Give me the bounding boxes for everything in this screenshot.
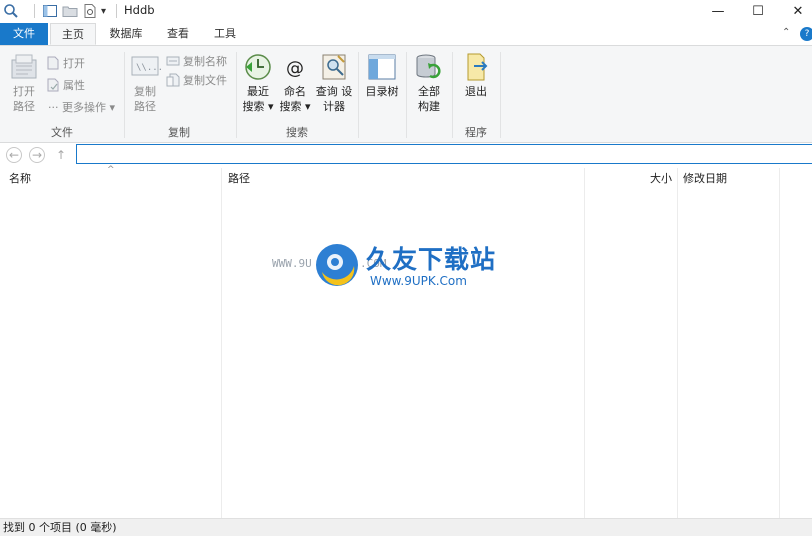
at-sign-icon: @: [279, 52, 311, 82]
query-designer-button[interactable]: 查询 设 计器: [314, 52, 354, 114]
status-text: 找到 0 个项目 (0 毫秒): [3, 521, 117, 534]
svg-text:\\...: \\...: [136, 63, 161, 73]
group-separator: [406, 52, 407, 138]
open-icon: [46, 56, 60, 70]
layout-icon[interactable]: [42, 3, 58, 19]
ribbon: 打开 路径 打开 属性 ··· 更多操作 ▾ 文件 \\... 复制 路径 复制…: [0, 46, 812, 143]
tab-file[interactable]: 文件: [0, 23, 48, 45]
column-header-modified[interactable]: 修改日期: [678, 168, 780, 189]
recent-search-label-2: 搜索 ▾: [242, 100, 274, 113]
open-label: 打开: [63, 57, 85, 70]
copy-path-label-2: 路径: [134, 100, 156, 113]
exit-icon: [460, 52, 492, 82]
collapse-ribbon-icon[interactable]: ⌃: [782, 27, 790, 38]
open-path-label-1: 打开: [13, 85, 35, 98]
back-arrow-icon[interactable]: ←: [6, 147, 22, 163]
svg-text:@: @: [286, 58, 304, 79]
ribbon-tabs: 文件 主页 数据库 查看 工具 ⌃ ?: [0, 23, 812, 46]
exit-label: 退出: [465, 85, 487, 98]
open-path-label-2: 路径: [13, 100, 35, 113]
quick-access-dropdown-icon[interactable]: ▾: [101, 3, 106, 19]
copy-file-button[interactable]: 复制文件: [166, 71, 227, 89]
build-all-label-1: 全部: [418, 85, 440, 98]
copy-name-label: 复制名称: [183, 55, 227, 68]
address-bar: ← → ↑: [0, 143, 812, 167]
help-icon[interactable]: ?: [800, 27, 812, 41]
copy-path-button[interactable]: \\... 复制 路径: [128, 52, 163, 114]
group-separator: [358, 52, 359, 138]
query-designer-icon: [318, 52, 350, 82]
watermark-logo-icon: [314, 242, 360, 288]
more-actions-button[interactable]: ··· 更多操作 ▾: [48, 98, 115, 116]
open-path-button[interactable]: 打开 路径: [6, 52, 42, 114]
column-path-label: 路径: [228, 172, 250, 185]
column-modified-label: 修改日期: [683, 172, 727, 185]
group-separator: [500, 52, 501, 138]
directory-tree-label: 目录树: [365, 85, 399, 98]
sort-ascending-icon: ^: [107, 165, 115, 175]
maximize-button[interactable]: ☐: [738, 0, 778, 22]
document-icon[interactable]: [82, 3, 98, 19]
copy-path-label-1: 复制: [134, 85, 156, 98]
exit-button[interactable]: 退出: [458, 52, 494, 99]
more-actions-label: ··· 更多操作 ▾: [48, 101, 116, 114]
column-name-label: 名称: [9, 172, 31, 185]
watermark-url-left: WWW.9U: [272, 257, 312, 270]
close-button[interactable]: ✕: [778, 0, 812, 22]
divider: [116, 4, 117, 18]
properties-button[interactable]: 属性: [46, 76, 85, 94]
copy-path-icon: \\...: [129, 52, 163, 82]
named-search-label-2: 搜索 ▾: [279, 100, 311, 113]
copy-file-icon: [166, 73, 180, 87]
tab-home[interactable]: 主页: [50, 23, 96, 45]
copy-name-icon: [166, 54, 180, 68]
open-button[interactable]: 打开: [46, 54, 85, 72]
tab-view[interactable]: 查看: [158, 23, 198, 45]
group-label-file: 文件: [51, 126, 73, 139]
up-arrow-icon[interactable]: ↑: [53, 147, 69, 163]
watermark: WWW.9U .COM 久友下载站 Www.9UPK.Com: [272, 238, 512, 304]
named-search-label-1: 命名: [284, 85, 306, 98]
column-header-size[interactable]: 大小: [585, 168, 677, 189]
column-size-label: 大小: [650, 172, 672, 185]
minimize-button[interactable]: —: [698, 0, 738, 22]
copy-file-label: 复制文件: [183, 74, 227, 87]
build-all-label-2: 构建: [418, 100, 440, 113]
group-label-copy: 复制: [168, 126, 190, 139]
tab-database[interactable]: 数据库: [101, 23, 151, 45]
title-bar: ▾ Hddb — ☐ ✕: [0, 0, 812, 22]
build-all-button[interactable]: 全部 构建: [410, 52, 448, 114]
directory-tree-button[interactable]: 目录树: [362, 52, 402, 99]
window-title: Hddb: [124, 3, 155, 17]
status-bar: 找到 0 个项目 (0 毫秒): [0, 518, 812, 536]
group-label-program: 程序: [465, 126, 487, 139]
folder-icon[interactable]: [62, 3, 78, 19]
open-path-icon: [8, 52, 40, 82]
column-headers: 名称 ^ 路径 大小 修改日期: [0, 165, 812, 189]
tab-tools[interactable]: 工具: [205, 23, 245, 45]
recent-search-icon: [242, 52, 274, 82]
recent-search-button[interactable]: 最近 搜索 ▾: [240, 52, 276, 114]
divider: [34, 4, 35, 18]
watermark-brand-url: Www.9UPK.Com: [370, 274, 467, 288]
forward-arrow-icon[interactable]: →: [29, 147, 45, 163]
group-label-search: 搜索: [286, 126, 308, 139]
database-refresh-icon: [413, 52, 445, 82]
address-input[interactable]: [76, 144, 812, 164]
watermark-brand: 久友下载站: [366, 245, 497, 274]
query-designer-label-1: 查询 设: [315, 85, 353, 98]
query-designer-label-2: 计器: [323, 100, 345, 113]
properties-icon: [46, 78, 60, 92]
copy-name-button[interactable]: 复制名称: [166, 52, 227, 70]
directory-tree-icon: [366, 52, 398, 82]
column-header-path[interactable]: 路径: [222, 168, 584, 189]
recent-search-label-1: 最近: [247, 85, 269, 98]
search-icon[interactable]: [3, 3, 19, 19]
named-search-button[interactable]: @ 命名 搜索 ▾: [277, 52, 313, 114]
properties-label: 属性: [63, 79, 85, 92]
